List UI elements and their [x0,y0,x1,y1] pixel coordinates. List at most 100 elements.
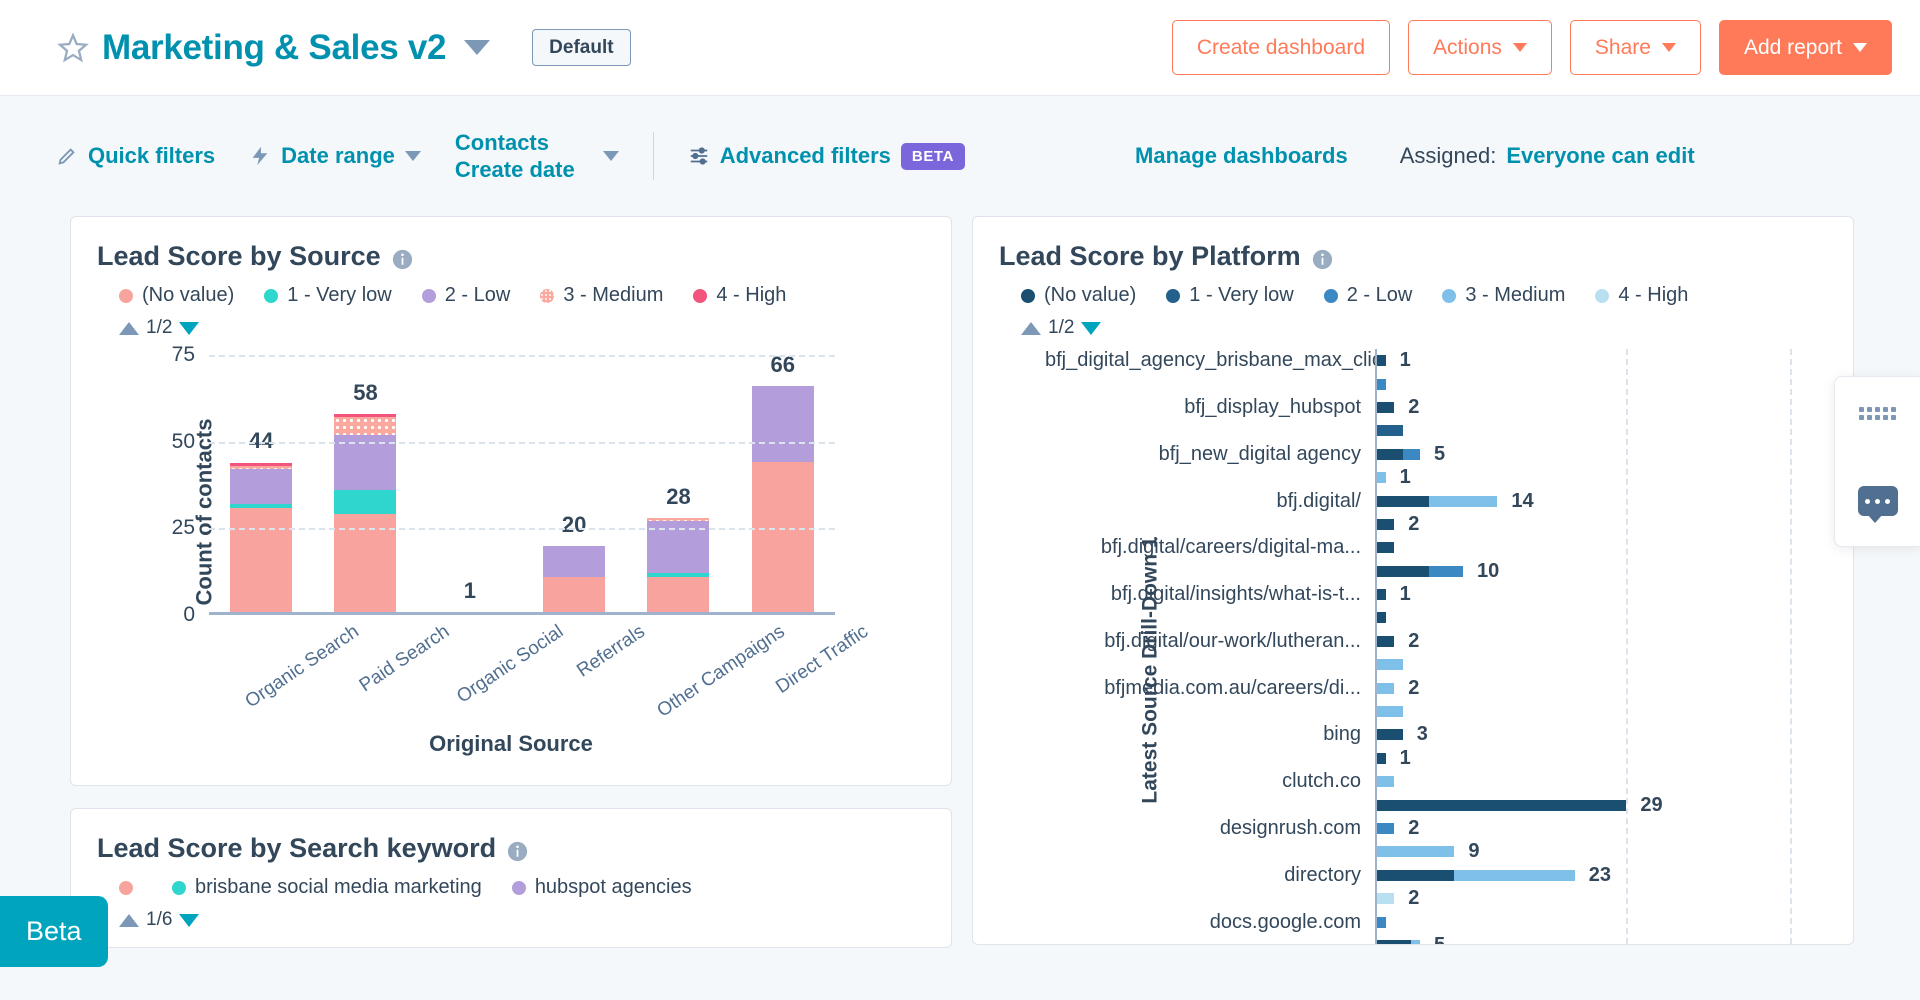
bar-row[interactable] [1045,699,1821,724]
beta-badge: BETA [900,142,966,170]
bar-column[interactable]: 20 [543,355,606,615]
legend-item[interactable]: brisbane social media marketing [172,876,482,899]
bar-column[interactable]: 66 [751,352,814,615]
page-down-icon[interactable] [1081,321,1102,335]
bar-row-label: directory [1284,863,1361,886]
favorite-star-icon[interactable] [56,31,90,65]
bar-row[interactable]: bfj.digital/careers/digital-ma... [1045,536,1821,560]
bar-row[interactable]: 5 [1045,933,1821,944]
bar-value-label: 5 [1433,442,1446,465]
legend-item[interactable]: (No value) [119,284,234,307]
add-report-button[interactable]: Add report [1718,20,1892,75]
bar-segment [1377,542,1395,554]
bar-row[interactable]: bfj_display_hubspot 2 [1045,395,1821,420]
stacked-bar-chart: Count of contacts 44 58 1 20 28 66 0 25 50 75 Or… [97,343,925,722]
bar-value-label: 2 [1408,887,1420,910]
y-axis-line [1375,372,1377,396]
legend-item[interactable]: 2 - Low [1323,284,1412,307]
legend-item[interactable]: 4 - High [693,284,786,307]
bar-track: 23 [1375,863,1821,887]
bar-row[interactable]: bfj.digital/our-work/lutheran... 2 [1045,629,1821,654]
quick-filters-button[interactable]: Quick filters [56,143,215,169]
bar-row[interactable]: docs.google.com [1045,910,1821,934]
page-up-icon[interactable] [119,913,139,927]
bar-column[interactable]: 28 [647,355,710,615]
bar-row[interactable]: 9 [1045,840,1821,864]
info-icon[interactable] [507,838,528,862]
bar-row[interactable]: bfj.digital/insights/what-is-t... 1 [1045,582,1821,607]
chart-pager[interactable]: 1/2 [119,317,925,339]
bar-column[interactable]: 1 [438,355,501,615]
share-button[interactable]: Share [1569,20,1701,75]
legend-item[interactable]: 3 - Medium [1442,284,1565,307]
bar-row[interactable] [1045,606,1821,630]
bar-row[interactable]: bing 3 [1045,723,1821,747]
bar-column[interactable]: 44 [230,355,293,615]
bar-column[interactable]: 58 [334,355,397,615]
chart-pager[interactable]: 1/6 [119,909,925,931]
bar-row[interactable]: bfjmedia.com.au/careers/di... 2 [1045,676,1821,700]
bar-track [1375,699,1821,724]
manage-dashboards-label: Manage dashboards [1135,143,1348,168]
bar-row-label: bfj.digital/ [1276,489,1362,512]
advanced-filters-button[interactable]: Advanced filters BETA [688,142,966,170]
bar-row[interactable]: clutch.co [1045,770,1821,794]
page-title[interactable]: Marketing & Sales v2 [102,28,446,68]
bar-value-label: 2 [1408,512,1420,535]
bar-rows: bfj_digital_agency_brisbane_max_click 1bf… [1045,349,1821,944]
beta-tab[interactable]: Beta [0,896,108,967]
default-badge[interactable]: Default [532,29,631,66]
legend-label: 4 - High [1618,284,1689,306]
info-icon[interactable] [392,246,413,270]
contacts-create-date-filter[interactable]: Contacts Create date [455,129,619,184]
bar-row[interactable]: 10 [1045,559,1821,583]
assigned-value: Everyone can edit [1506,143,1695,168]
manage-dashboards-link[interactable]: Manage dashboards [1135,143,1348,169]
bar-segment [751,462,814,615]
chart-pager[interactable]: 1/2 [1021,317,1827,339]
create-dashboard-button[interactable]: Create dashboard [1171,20,1391,75]
drag-grip-icon[interactable] [1859,407,1896,420]
bar-row[interactable] [1045,419,1821,443]
bar-row[interactable]: 29 [1045,793,1821,817]
y-axis-line [1375,676,1377,700]
page-down-icon[interactable] [179,913,200,927]
legend-item[interactable]: hubspot agencies [511,876,692,899]
bar-row[interactable]: designrush.com 2 [1045,816,1821,841]
legend-item[interactable]: 1 - Very low [264,284,392,307]
bar-row-label: bing [1323,723,1361,746]
legend-item[interactable]: 3 - Medium [540,284,663,307]
assigned-control[interactable]: Assigned: Everyone can edit [1400,143,1695,169]
legend-item[interactable]: (No value) [1021,284,1136,307]
y-axis-line [1375,840,1377,864]
bar-row[interactable] [1045,372,1821,396]
bar-row[interactable]: directory 23 [1045,863,1821,887]
bar-row[interactable]: bfj_digital_agency_brisbane_max_click 1 [1045,349,1821,373]
legend-item[interactable] [119,880,142,895]
page-up-icon[interactable] [119,321,139,335]
page-up-icon[interactable] [1021,321,1041,335]
bar-segment [1428,495,1498,507]
bar-row[interactable]: 2 [1045,886,1821,911]
chevron-down-icon[interactable] [464,40,491,55]
legend-item[interactable]: 1 - Very low [1166,284,1294,307]
bar-row[interactable]: 1 [1045,465,1821,490]
chat-bubble-icon[interactable] [1857,486,1898,523]
share-label: Share [1594,36,1651,59]
actions-button[interactable]: Actions [1408,20,1552,75]
date-range-button[interactable]: Date range [249,143,421,169]
legend-item[interactable]: 2 - Low [421,284,510,307]
bar-row[interactable]: 1 [1045,746,1821,771]
legend-label: 4 - High [716,284,787,306]
bar-row[interactable]: bfj_new_digital agency 5 [1045,442,1821,466]
bar-row[interactable]: 2 [1045,512,1821,537]
bar-track [1375,536,1821,560]
bar-track [1375,653,1821,677]
bar-row[interactable] [1045,653,1821,677]
bar-segment [1377,635,1395,647]
y-axis-line [1375,933,1377,944]
legend-item[interactable]: 4 - High [1595,284,1688,307]
page-down-icon[interactable] [179,321,200,335]
info-icon[interactable] [1312,246,1333,270]
bar-row[interactable]: bfj.digital/14 [1045,489,1821,513]
